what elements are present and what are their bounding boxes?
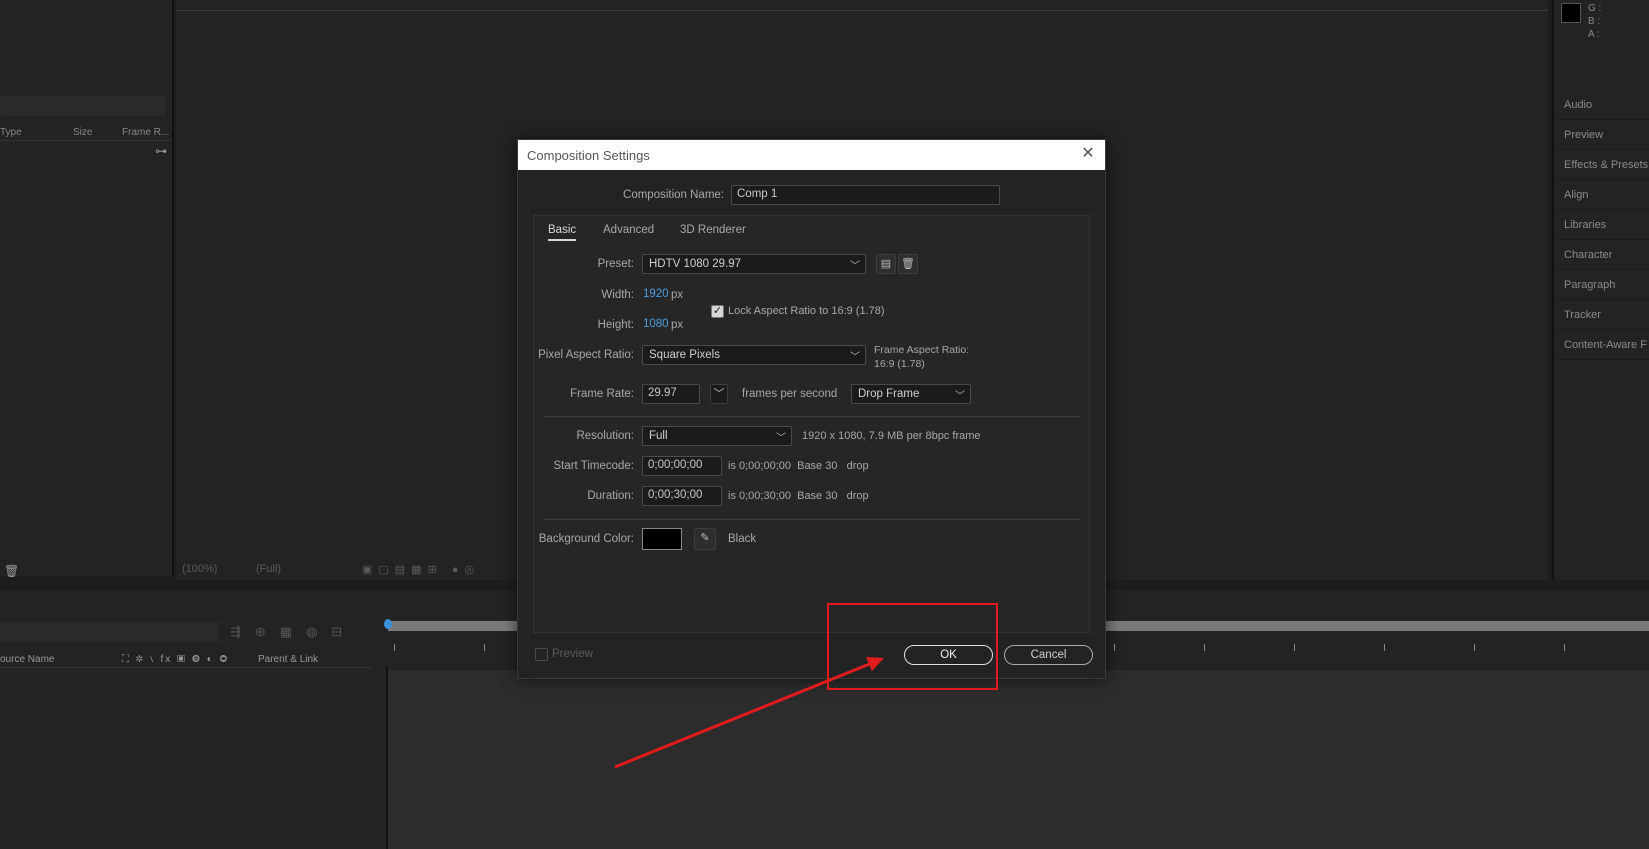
panel-content-aware-fill[interactable]: Content-Aware F <box>1556 330 1649 360</box>
divider <box>544 416 1080 417</box>
viewer-tool-icons[interactable]: ▣▢▤▦⊞ ●◎ <box>362 563 480 576</box>
timeline-search-input[interactable] <box>0 622 218 642</box>
panel-paragraph[interactable]: Paragraph <box>1556 270 1649 300</box>
comp-name-label: Composition Name: <box>623 189 724 201</box>
project-search-input[interactable] <box>0 96 166 116</box>
preset-value: HDTV 1080 29.97 <box>649 258 742 270</box>
pixel-aspect-value: Square Pixels <box>649 349 720 361</box>
chevron-down-icon: ﹀ <box>850 352 860 363</box>
composition-settings-dialog: Composition Settings ✕ Composition Name:… <box>517 139 1106 679</box>
preset-dropdown[interactable]: HDTV 1080 29.97 ﹀ <box>642 254 866 274</box>
resolution-info: 1920 x 1080, 7.9 MB per 8bpc frame <box>802 430 981 442</box>
tab-basic[interactable]: Basic <box>548 224 577 241</box>
dialog-titlebar: Composition Settings ✕ <box>518 140 1105 170</box>
resolution-select[interactable]: Full ﹀ <box>642 426 792 446</box>
width-label: Width: <box>601 289 634 301</box>
panel-effects-presets[interactable]: Effects & Presets <box>1556 150 1649 180</box>
cancel-button[interactable]: Cancel <box>1004 645 1093 665</box>
pixel-aspect-label: Pixel Aspect Ratio: <box>538 349 634 361</box>
app-window: Type Size Frame R... ⊶ 🗑 (100%) (Full) ▣… <box>0 0 1649 849</box>
divider <box>544 519 1080 520</box>
viewer-divider <box>176 10 1548 11</box>
close-icon[interactable]: ✕ <box>1079 145 1097 163</box>
lock-aspect-label: Lock Aspect Ratio to 16:9 (1.78) <box>728 305 885 317</box>
bg-color-label: Background Color: <box>538 533 634 545</box>
panel-preview[interactable]: Preview <box>1556 120 1649 150</box>
preset-label: Preset: <box>597 258 634 270</box>
drop-frame-dropdown[interactable]: Drop Frame ﹀ <box>851 384 971 404</box>
timeline-toolbar-icons[interactable]: ⇶⊕▦◍⊟ <box>230 624 356 640</box>
zoom-dropdown[interactable]: (100%) <box>182 563 217 575</box>
timeline-track-area[interactable] <box>388 670 1649 849</box>
project-panel: Type Size Frame R... ⊶ 🗑 <box>0 0 174 578</box>
height-label: Height: <box>597 319 634 331</box>
panel-audio[interactable]: Audio <box>1556 90 1649 120</box>
chevron-down-icon: ﹀ <box>776 433 786 444</box>
dialog-title: Composition Settings <box>527 148 650 163</box>
comp-name-input[interactable]: Comp 1 <box>731 185 1000 205</box>
resolution-value: Full <box>649 430 668 442</box>
frame-rate-label: Frame Rate: <box>570 388 634 400</box>
tab-advanced[interactable]: Advanced <box>603 224 654 236</box>
frame-aspect-label: Frame Aspect Ratio: <box>874 344 970 356</box>
duration-label: Duration: <box>587 490 634 502</box>
column-frame-rate[interactable]: Frame R... <box>122 127 169 138</box>
playhead-marker[interactable] <box>384 619 392 629</box>
preview-label: Preview <box>552 648 593 660</box>
trash-icon[interactable]: 🗑 <box>4 564 20 580</box>
height-unit: px <box>671 319 684 331</box>
duration-input[interactable]: 0;00;30;00 <box>642 486 722 506</box>
info-a: A : <box>1588 29 1600 40</box>
resolution-dropdown[interactable]: (Full) <box>256 563 281 575</box>
flowchart-icon[interactable]: ⊶ <box>155 144 171 160</box>
fps-label: frames per second <box>742 388 838 400</box>
delete-preset-icon[interactable]: 🗑 <box>898 254 918 274</box>
timeline-layer-header: ource Name ⛶ ✲ ∖ fx ▣ ◍ ◐ ◎ Parent & Lin… <box>0 652 372 668</box>
column-size[interactable]: Size <box>73 127 92 138</box>
chevron-down-icon: ﹀ <box>955 391 965 402</box>
tab-3d-renderer[interactable]: 3D Renderer <box>680 224 746 236</box>
lock-aspect-checkbox[interactable]: ✓ <box>711 305 724 318</box>
panel-tracker[interactable]: Tracker <box>1556 300 1649 330</box>
start-timecode-label: Start Timecode: <box>553 460 634 472</box>
resolution-label: Resolution: <box>576 430 634 442</box>
info-g: G : <box>1588 3 1602 14</box>
panel-libraries[interactable]: Libraries <box>1556 210 1649 240</box>
width-unit: px <box>671 289 684 301</box>
panel-character[interactable]: Character <box>1556 240 1649 270</box>
save-preset-icon[interactable]: ▤ <box>876 254 896 274</box>
duration-info: is 0;00;30;00 Base 30 drop <box>728 490 869 502</box>
frame-rate-input[interactable]: 29.97 <box>642 384 700 404</box>
drop-frame-value: Drop Frame <box>858 388 920 400</box>
column-type[interactable]: Type <box>0 127 22 138</box>
bg-color-swatch[interactable] <box>642 528 682 550</box>
start-timecode-info: is 0;00;00;00 Base 30 drop <box>728 460 869 472</box>
pixel-aspect-dropdown[interactable]: Square Pixels ﹀ <box>642 345 866 365</box>
info-color-swatch <box>1561 3 1581 23</box>
chevron-down-icon: ﹀ <box>850 261 860 272</box>
column-parent-link[interactable]: Parent & Link <box>258 654 318 665</box>
bg-color-name: Black <box>728 533 757 545</box>
switches-icons[interactable]: ⛶ ✲ ∖ fx ▣ ◍ ◐ ◎ <box>122 654 229 665</box>
highlight-box <box>827 603 998 690</box>
height-value[interactable]: 1080 <box>643 318 669 330</box>
eyedropper-icon[interactable]: ✎ <box>694 528 716 550</box>
column-source-name[interactable]: ource Name <box>0 654 54 665</box>
settings-panel: Basic Advanced 3D Renderer Preset: HDTV … <box>533 215 1090 633</box>
preview-checkbox[interactable] <box>535 648 548 661</box>
info-b: B : <box>1588 16 1601 27</box>
project-column-header: Type Size Frame R... <box>0 125 172 141</box>
frame-aspect-value: 16:9 (1.78) <box>874 358 925 370</box>
width-value[interactable]: 1920 <box>643 288 669 300</box>
start-timecode-input[interactable]: 0;00;00;00 <box>642 456 722 476</box>
panel-align[interactable]: Align <box>1556 180 1649 210</box>
frame-rate-chevron-icon[interactable]: ﹀ <box>710 384 728 404</box>
